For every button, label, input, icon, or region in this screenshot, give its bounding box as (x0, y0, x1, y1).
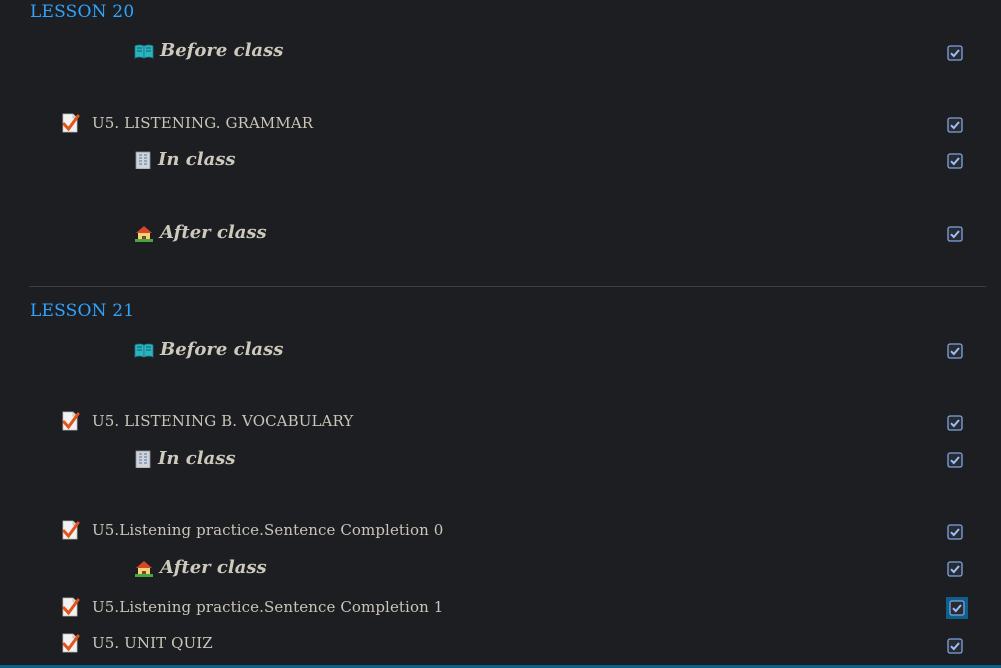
checkbox-checked-icon (947, 153, 963, 169)
section-label: Before class (160, 339, 284, 360)
open-book-icon (134, 43, 154, 59)
section-after-class: After class (134, 557, 267, 578)
completion-checkbox[interactable] (947, 561, 963, 577)
lesson-divider (29, 286, 986, 287)
activity-item[interactable]: U5. UNIT QUIZ (60, 633, 213, 653)
section-label: After class (160, 557, 267, 578)
checkbox-checked-icon (947, 415, 963, 431)
activity-link[interactable]: U5.Listening practice.Sentence Completio… (92, 521, 443, 539)
completion-checkbox[interactable] (947, 343, 963, 359)
section-in-class: In class (134, 149, 236, 170)
house-icon (134, 224, 154, 242)
completion-checkbox[interactable] (947, 117, 963, 133)
completion-checkbox[interactable] (947, 638, 963, 654)
assignment-check-icon (60, 633, 80, 653)
section-label: In class (158, 149, 236, 170)
activity-item[interactable]: U5.Listening practice.Sentence Completio… (60, 520, 443, 540)
completion-checkbox-focused[interactable] (946, 597, 968, 619)
completion-checkbox[interactable] (947, 45, 963, 61)
section-in-class: In class (134, 448, 236, 469)
assignment-check-icon (60, 113, 80, 133)
building-icon (134, 450, 152, 468)
activity-link[interactable]: U5. UNIT QUIZ (92, 634, 213, 652)
activity-item[interactable]: U5. LISTENING. GRAMMAR (60, 113, 313, 133)
section-before-class: Before class (134, 40, 283, 61)
lesson-20-title[interactable]: LESSON 20 (30, 2, 134, 22)
activity-link[interactable]: U5. LISTENING. GRAMMAR (92, 114, 313, 132)
completion-checkbox[interactable] (947, 226, 963, 242)
section-label: Before class (160, 40, 284, 61)
checkbox-checked-icon (947, 117, 963, 133)
activity-link[interactable]: U5.Listening practice.Sentence Completio… (92, 598, 443, 616)
checkbox-checked-icon (947, 638, 963, 654)
checkbox-checked-icon (947, 524, 963, 540)
completion-checkbox[interactable] (947, 153, 963, 169)
lesson-21-title[interactable]: LESSON 21 (30, 301, 134, 321)
assignment-check-icon (60, 597, 80, 617)
completion-checkbox[interactable] (947, 415, 963, 431)
section-label: After class (160, 222, 267, 243)
checkbox-checked-icon (947, 343, 963, 359)
completion-checkbox[interactable] (947, 524, 963, 540)
section-label: In class (158, 448, 236, 469)
checkbox-checked-icon (947, 226, 963, 242)
assignment-check-icon (60, 520, 80, 540)
completion-checkbox[interactable] (947, 452, 963, 468)
open-book-icon (134, 342, 154, 358)
activity-item[interactable]: U5. LISTENING B. VOCABULARY (60, 411, 353, 431)
activity-item[interactable]: U5.Listening practice.Sentence Completio… (60, 597, 443, 617)
activity-link[interactable]: U5. LISTENING B. VOCABULARY (92, 412, 353, 430)
assignment-check-icon (60, 411, 80, 431)
checkbox-checked-icon (947, 452, 963, 468)
checkbox-checked-icon (949, 600, 965, 616)
section-before-class: Before class (134, 339, 283, 360)
house-icon (134, 559, 154, 577)
checkbox-checked-icon (947, 45, 963, 61)
checkbox-checked-icon (947, 561, 963, 577)
section-after-class: After class (134, 222, 267, 243)
building-icon (134, 151, 152, 169)
